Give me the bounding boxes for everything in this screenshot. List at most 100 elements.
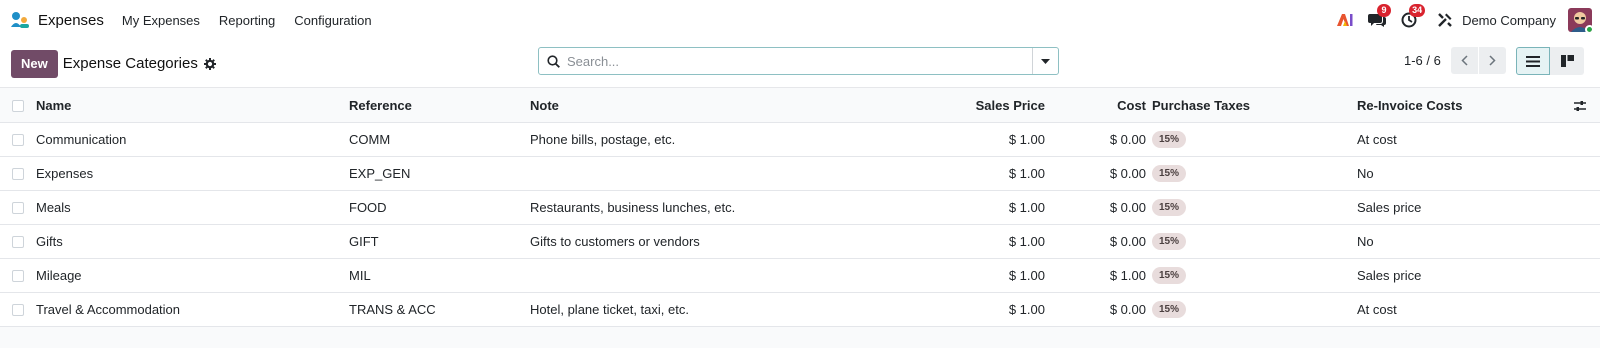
row-checkbox[interactable] (12, 270, 24, 282)
row-checkbox[interactable] (12, 304, 24, 316)
cell-name: Meals (36, 200, 71, 215)
table-row[interactable]: Travel & Accommodation TRANS & ACC Hotel… (0, 293, 1600, 327)
online-status-dot (1585, 25, 1592, 32)
cell-sales-price: $ 1.00 (1008, 166, 1045, 181)
kanban-view-icon (1560, 55, 1574, 67)
column-header-note[interactable]: Note (530, 89, 559, 122)
expense-categories-list: Name Reference Note Sales Price Cost Pur… (0, 89, 1600, 327)
cell-note: Restaurants, business lunches, etc. (530, 200, 736, 215)
cell-reference: MIL (349, 268, 371, 283)
cell-purchase-taxes: 15% (1152, 259, 1187, 292)
cell-purchase-taxes: 15% (1152, 293, 1187, 326)
cell-reinvoice: No (1357, 166, 1374, 181)
cell-name: Expenses (36, 166, 94, 181)
cell-cost: $ 1.00 (1109, 268, 1146, 283)
search-input[interactable] (567, 48, 1032, 74)
new-button[interactable]: New (11, 49, 58, 78)
row-checkbox[interactable] (12, 134, 24, 146)
menu-my-expenses[interactable]: My Expenses (122, 13, 200, 28)
cell-sales-price: $ 1.00 (1008, 132, 1045, 147)
cell-cost: $ 0.00 (1109, 132, 1146, 147)
tax-tag: 15% (1152, 131, 1187, 148)
row-checkbox[interactable] (12, 168, 24, 180)
expenses-app-icon[interactable] (10, 10, 30, 30)
table-row[interactable]: Communication COMM Phone bills, postage,… (0, 123, 1600, 157)
menu-reporting[interactable]: Reporting (219, 13, 275, 28)
tax-tag: 15% (1152, 199, 1187, 216)
search-bar (538, 47, 1059, 75)
messages-badge: 9 (1377, 4, 1392, 17)
user-avatar[interactable] (1568, 8, 1592, 32)
cell-note: Gifts to customers or vendors (530, 234, 700, 249)
tax-tag: 15% (1152, 301, 1187, 318)
tax-tag: 15% (1152, 165, 1187, 182)
table-row[interactable]: Expenses EXP_GEN $ 1.00 $ 0.00 15% No (0, 157, 1600, 191)
column-header-purchase-taxes[interactable]: Purchase Taxes (1152, 89, 1250, 122)
cell-name: Communication (36, 132, 127, 147)
table-row[interactable]: Mileage MIL $ 1.00 $ 1.00 15% Sales pric… (0, 259, 1600, 293)
top-navbar: Expenses My Expenses Reporting Configura… (0, 0, 1600, 40)
column-header-reference[interactable]: Reference (349, 89, 412, 122)
cell-purchase-taxes: 15% (1152, 123, 1187, 156)
cell-reference: FOOD (349, 200, 387, 215)
menu-configuration[interactable]: Configuration (294, 13, 371, 28)
cell-sales-price: $ 1.00 (1008, 234, 1045, 249)
column-header-sales-price[interactable]: Sales Price (976, 89, 1045, 122)
cell-reinvoice: At cost (1357, 132, 1397, 147)
activities-badge: 34 (1409, 4, 1426, 17)
column-header-cost[interactable]: Cost (1117, 89, 1146, 122)
cell-sales-price: $ 1.00 (1008, 268, 1045, 283)
cell-cost: $ 0.00 (1109, 234, 1146, 249)
app-name[interactable]: Expenses (38, 12, 104, 29)
page-title: Expense Categories (62, 55, 198, 72)
view-switcher (1516, 47, 1584, 75)
cell-name: Mileage (36, 268, 82, 283)
search-options-toggle[interactable] (1032, 48, 1058, 74)
row-checkbox[interactable] (12, 202, 24, 214)
pager-next-button[interactable] (1478, 47, 1506, 74)
cell-name: Gifts (36, 234, 63, 249)
cell-reinvoice: No (1357, 234, 1374, 249)
debug-tools-icon[interactable] (1434, 9, 1456, 31)
table-header: Name Reference Note Sales Price Cost Pur… (0, 89, 1600, 123)
list-view-icon (1526, 55, 1540, 67)
kanban-view-button[interactable] (1550, 47, 1584, 75)
tax-tag: 15% (1152, 233, 1187, 250)
cell-cost: $ 0.00 (1109, 166, 1146, 181)
cell-sales-price: $ 1.00 (1008, 302, 1045, 317)
cell-sales-price: $ 1.00 (1008, 200, 1045, 215)
cell-reinvoice: At cost (1357, 302, 1397, 317)
optional-columns-toggle-icon[interactable] (1574, 89, 1586, 122)
cell-purchase-taxes: 15% (1152, 157, 1187, 190)
cell-name: Travel & Accommodation (36, 302, 181, 317)
pager-previous-button[interactable] (1450, 47, 1478, 74)
messages-icon[interactable]: 9 (1366, 4, 1392, 31)
cell-reference: COMM (349, 132, 391, 147)
activities-clock-icon[interactable]: 34 (1398, 4, 1426, 31)
column-header-name[interactable]: Name (36, 89, 71, 122)
gear-icon[interactable] (203, 57, 216, 70)
column-header-reinvoice-costs[interactable]: Re-Invoice Costs (1357, 89, 1462, 122)
search-icon (539, 54, 567, 68)
tax-tag: 15% (1152, 267, 1187, 284)
cell-purchase-taxes: 15% (1152, 225, 1187, 258)
cell-cost: $ 0.00 (1109, 302, 1146, 317)
company-switcher[interactable]: Demo Company (1462, 13, 1556, 28)
cell-reinvoice: Sales price (1357, 200, 1422, 215)
row-checkbox[interactable] (12, 236, 24, 248)
cell-reference: GIFT (349, 234, 379, 249)
list-view-button[interactable] (1516, 47, 1550, 75)
pager: 1-6 / 6 (1404, 47, 1506, 74)
table-row[interactable]: Gifts GIFT Gifts to customers or vendors… (0, 225, 1600, 259)
table-row[interactable]: Meals FOOD Restaurants, business lunches… (0, 191, 1600, 225)
cell-cost: $ 0.00 (1109, 200, 1146, 215)
cell-reinvoice: Sales price (1357, 268, 1422, 283)
cell-reference: EXP_GEN (349, 166, 411, 181)
select-all-checkbox[interactable] (12, 100, 24, 112)
cell-reference: TRANS & ACC (349, 302, 436, 317)
cell-note: Phone bills, postage, etc. (530, 132, 676, 147)
ai-icon[interactable] (1334, 9, 1356, 31)
pager-value[interactable]: 1-6 / 6 (1404, 53, 1441, 68)
cell-purchase-taxes: 15% (1152, 191, 1187, 224)
cell-note: Hotel, plane ticket, taxi, etc. (530, 302, 689, 317)
